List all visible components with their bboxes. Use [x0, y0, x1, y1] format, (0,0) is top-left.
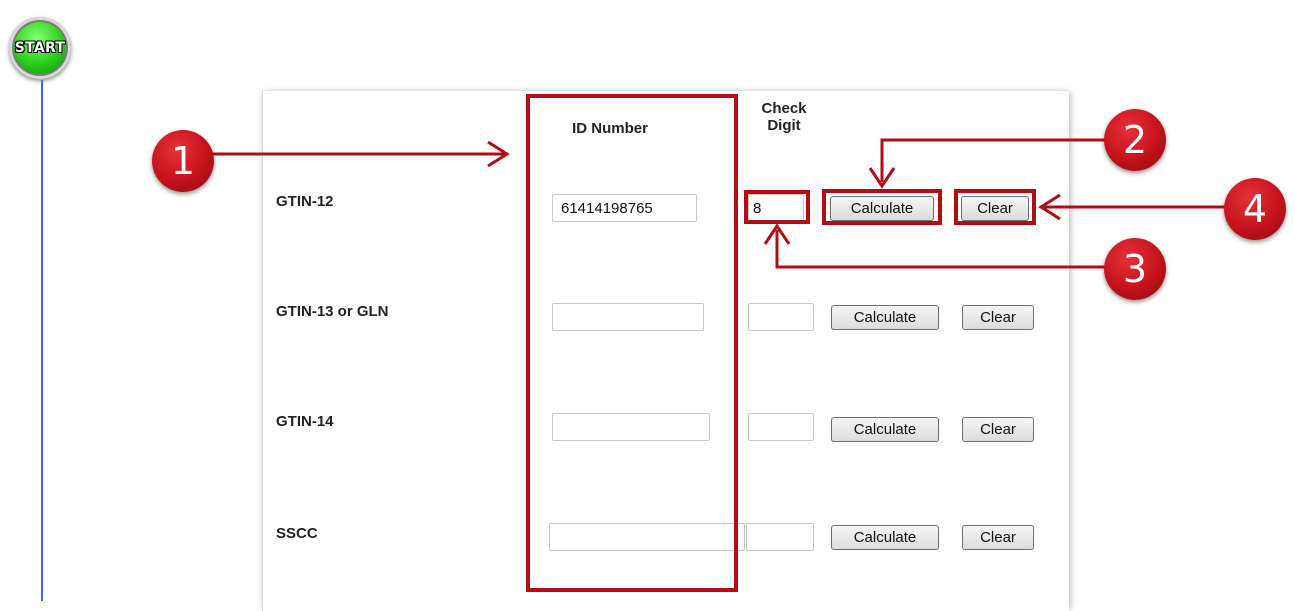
callout-1-number: 1: [170, 139, 196, 183]
callout-4-number: 4: [1242, 187, 1268, 231]
callout-2-number: 2: [1122, 118, 1148, 162]
callout-4: 4: [1224, 178, 1286, 240]
callout-1: 1: [152, 130, 214, 192]
annotation-arrows: [210, 138, 1228, 269]
callout-2: 2: [1104, 109, 1166, 171]
callout-3-number: 3: [1122, 247, 1148, 291]
callout-3: 3: [1104, 238, 1166, 300]
